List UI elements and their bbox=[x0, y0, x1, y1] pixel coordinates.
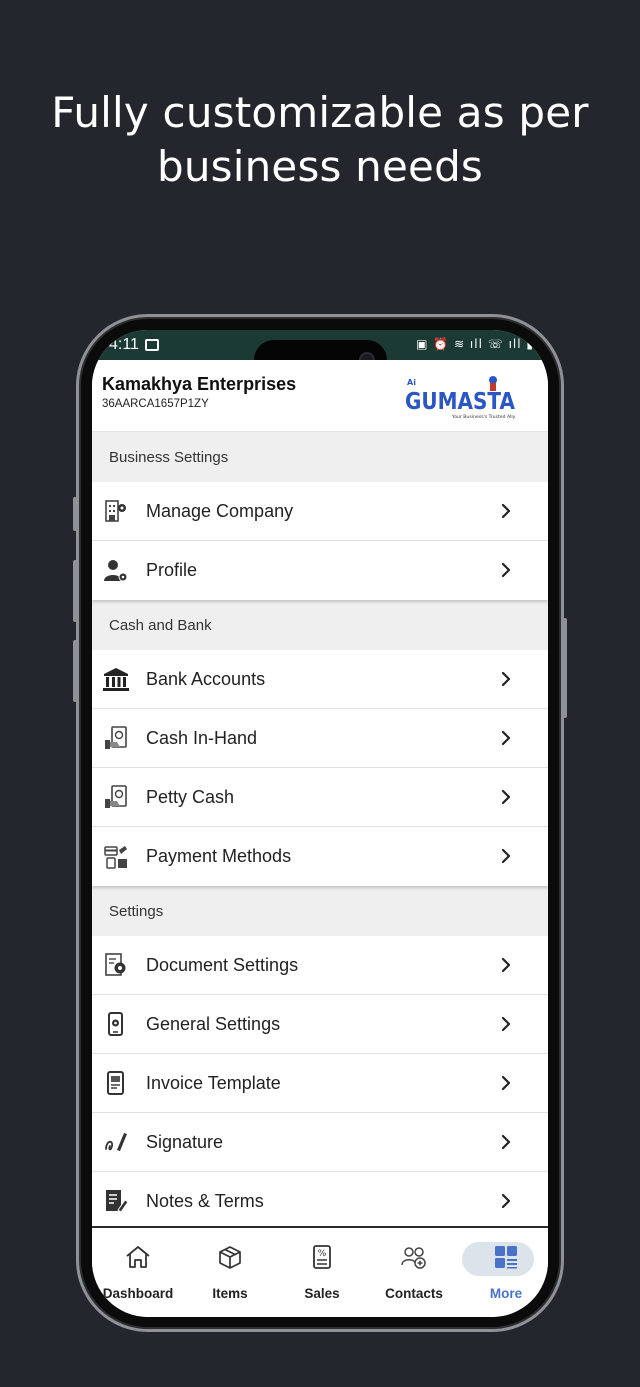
section-header-settings: Settings bbox=[92, 886, 548, 936]
user-gear-icon bbox=[101, 556, 131, 586]
chevron-right-icon bbox=[501, 1075, 511, 1091]
nav-label: Contacts bbox=[385, 1286, 443, 1301]
logo-tagline: Your Business's Trusted Ally bbox=[451, 414, 516, 420]
company-name[interactable]: Kamakhya Enterprises bbox=[102, 374, 296, 395]
menu-item-label: Signature bbox=[146, 1131, 224, 1152]
logo-text: GUMASTA bbox=[405, 389, 515, 415]
contacts-icon bbox=[399, 1242, 429, 1272]
menu-item-document-settings[interactable]: Document Settings bbox=[92, 936, 548, 995]
phone-volume-up-button bbox=[73, 560, 77, 622]
home-icon bbox=[123, 1242, 153, 1272]
chevron-right-icon bbox=[501, 503, 511, 519]
nav-sales[interactable]: % Sales bbox=[276, 1228, 368, 1317]
nav-contacts[interactable]: Contacts bbox=[368, 1228, 460, 1317]
chevron-right-icon bbox=[501, 730, 511, 746]
gumasta-logo: Ai GUMASTA Your Business's Trusted Ally bbox=[405, 376, 516, 420]
payment-methods-icon bbox=[101, 842, 131, 872]
menu-item-label: Petty Cash bbox=[146, 786, 235, 807]
cash-hand-icon bbox=[101, 723, 131, 753]
menu-item-manage-company[interactable]: Manage Company bbox=[92, 482, 548, 541]
phone-power-button bbox=[563, 618, 567, 718]
chevron-right-icon bbox=[501, 1134, 511, 1150]
chevron-right-icon bbox=[501, 848, 511, 864]
grid-icon bbox=[491, 1242, 521, 1272]
section-header-business-settings: Business Settings bbox=[92, 432, 548, 482]
phone-side-button bbox=[73, 497, 77, 531]
section-header-cash-and-bank: Cash and Bank bbox=[92, 600, 548, 650]
menu-item-label: Manage Company bbox=[146, 500, 294, 521]
receipt-icon: % bbox=[307, 1242, 337, 1272]
chevron-right-icon bbox=[501, 789, 511, 805]
phone-gear-icon bbox=[101, 1009, 131, 1039]
chevron-right-icon bbox=[501, 957, 511, 973]
chevron-right-icon bbox=[501, 1193, 511, 1209]
status-time: 4:11 bbox=[109, 336, 139, 353]
menu-item-label: Invoice Template bbox=[146, 1072, 281, 1093]
chevron-right-icon bbox=[501, 562, 511, 578]
menu-item-notes-terms[interactable]: Notes & Terms bbox=[92, 1172, 548, 1231]
phone-volume-down-button bbox=[73, 640, 77, 702]
menu-item-payment-methods[interactable]: Payment Methods bbox=[92, 827, 548, 886]
svg-text:%: % bbox=[318, 1249, 327, 1259]
menu-item-label: Notes & Terms bbox=[146, 1190, 264, 1211]
building-gear-icon bbox=[101, 496, 131, 526]
promo-headline: Fully customizable as per business needs bbox=[0, 86, 640, 194]
nav-label: Items bbox=[212, 1286, 248, 1301]
headline-line-2: business needs bbox=[156, 142, 484, 191]
nav-label: More bbox=[489, 1286, 523, 1301]
chevron-right-icon bbox=[501, 671, 511, 687]
logo-prefix: Ai bbox=[407, 378, 416, 387]
status-icons: ▣ ⏰ ≋ ıll ☏ ıll ▮ bbox=[416, 337, 534, 351]
notes-pen-icon bbox=[101, 1186, 131, 1216]
settings-list: Business Settings Manage Company Profile… bbox=[92, 432, 548, 1231]
menu-item-cash-in-hand[interactable]: Cash In-Hand bbox=[92, 709, 548, 768]
app-screen: 4:11 ▣ ⏰ ≋ ıll ☏ ıll ▮ Kamakhya Enterpri… bbox=[92, 330, 548, 1317]
document-gear-icon bbox=[101, 950, 131, 980]
menu-item-label: Bank Accounts bbox=[146, 668, 266, 689]
bank-icon bbox=[101, 664, 131, 694]
nav-label: Dashboard bbox=[102, 1286, 174, 1301]
menu-item-label: General Settings bbox=[146, 1013, 281, 1034]
menu-item-label: Profile bbox=[146, 560, 198, 580]
nav-more[interactable]: More bbox=[460, 1228, 548, 1317]
invoice-template-icon bbox=[101, 1068, 131, 1098]
nav-dashboard[interactable]: Dashboard bbox=[92, 1228, 184, 1317]
menu-item-label: Cash In-Hand bbox=[146, 727, 258, 748]
app-bar: Kamakhya Enterprises 36AARCA1657P1ZY Ai … bbox=[92, 360, 548, 432]
chevron-right-icon bbox=[501, 1016, 511, 1032]
nav-items[interactable]: Items bbox=[184, 1228, 276, 1317]
headline-line-1: Fully customizable as per bbox=[51, 88, 589, 137]
menu-item-invoice-template[interactable]: Invoice Template bbox=[92, 1054, 548, 1113]
bottom-navigation: Dashboard Items % Sales Contacts More bbox=[92, 1226, 548, 1317]
company-gst-number: 36AARCA1657P1ZY bbox=[102, 398, 209, 410]
gallery-notification-icon bbox=[145, 339, 159, 351]
signature-icon bbox=[101, 1127, 131, 1157]
nav-label: Sales bbox=[304, 1286, 340, 1301]
menu-item-petty-cash[interactable]: Petty Cash bbox=[92, 768, 548, 827]
menu-item-profile[interactable]: Profile bbox=[92, 541, 548, 600]
menu-item-signature[interactable]: Signature bbox=[92, 1113, 548, 1172]
menu-item-label: Payment Methods bbox=[146, 846, 292, 866]
menu-item-label: Document Settings bbox=[146, 954, 299, 975]
menu-item-bank-accounts[interactable]: Bank Accounts bbox=[92, 650, 548, 709]
menu-item-general-settings[interactable]: General Settings bbox=[92, 995, 548, 1054]
petty-cash-icon bbox=[101, 782, 131, 812]
box-icon bbox=[215, 1242, 245, 1272]
